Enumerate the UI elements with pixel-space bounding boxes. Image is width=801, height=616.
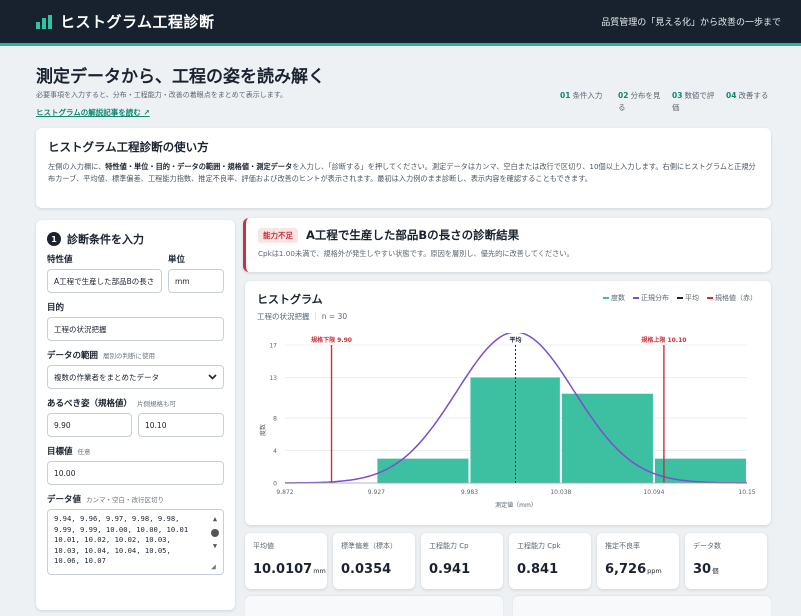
histogram-bar: [654, 458, 746, 483]
spec-upper-input[interactable]: 10.10: [138, 413, 224, 437]
howto-title: ヒストグラム工程診断の使い方: [48, 140, 209, 154]
stat-count: データ数 30個: [685, 533, 767, 589]
stats-row: 平均値 10.0107mm 標準偏差（標本） 0.0354 工程能力 Cp 0.941…: [245, 533, 767, 589]
range-select[interactable]: 複数の作業者をまとめたデータ: [47, 365, 224, 389]
howto-text: 左側の入力欄に、特性値・単位・目的・データの範囲・規格値・測定データを入力し、「…: [48, 162, 756, 183]
unit-label: 単位: [168, 255, 186, 265]
data-values-textarea[interactable]: 9.94, 9.96, 9.97, 9.98, 9.98, 9.99, 9.99…: [47, 509, 224, 575]
section-number-badge: 1: [47, 232, 61, 246]
diagnosis-result-card: 能力不足 A工程で生産した部品Bの長さの診断結果 Cpkは1.00未満で、規格外…: [243, 218, 771, 272]
range-label: データの範囲 層別の判断に使用: [47, 351, 156, 361]
y-tick-label: 17: [269, 343, 277, 350]
legend-normal: 正規分布: [633, 293, 669, 303]
step-3: 03 数値で評価: [672, 91, 715, 112]
target-label: 目標値 任意: [47, 447, 91, 457]
diagnosis-title: A工程で生産した部品Bの長さの診断結果: [306, 228, 520, 242]
stat-mean: 平均値 10.0107mm: [245, 533, 327, 589]
histogram-meta: 工程の状況把握 ｜ n = 30: [257, 312, 348, 321]
spec-lower-input[interactable]: 9.90: [47, 413, 132, 437]
mean-label: 平均: [509, 336, 521, 344]
histogram-chart: 0 4 8 13 17 規格下限 9.90 規格上限 10.10 平均 9.872 9.927 9.…: [259, 333, 756, 509]
x-tick-label: 10.038: [550, 489, 571, 496]
purpose-input[interactable]: 工程の状況把握: [47, 317, 224, 341]
legend-mean: 平均: [677, 293, 699, 303]
input-form-panel: 1 診断条件を入力 特性値 単位 A工程で生産した部品Bの長さ mm 目的 工程…: [36, 220, 235, 610]
legend-spec: 規格値（赤）: [707, 293, 757, 303]
header-tagline: 品質管理の「見える化」から改善の一歩まで: [601, 18, 781, 28]
y-axis-label: 度数: [259, 424, 267, 436]
step-4: 04 改善する: [726, 91, 769, 100]
stat-defect-rate: 推定不良率 6,726ppm: [597, 533, 679, 589]
x-tick-label: 10.094: [643, 489, 664, 496]
data-values-label: データ値 カンマ・空白・改行区切り: [47, 495, 165, 505]
form-section-title: 1 診断条件を入力: [47, 231, 224, 247]
data-values-text: 9.94, 9.96, 9.97, 9.98, 9.98, 9.99, 9.99…: [54, 514, 189, 565]
x-tick-label: 9.927: [368, 489, 385, 496]
diagnosis-message: Cpkは1.00未満で、規格外が発生しやすい状態です。原因を層別し、優先的に改善…: [258, 249, 574, 258]
histogram-card: ヒストグラム 工程の状況把握 ｜ n = 30 度数 正規分布 平均 規格値（赤…: [245, 281, 771, 525]
app-header: ヒストグラム工程診断 品質管理の「見える化」から改善の一歩まで: [0, 0, 801, 46]
histogram-bar: [377, 458, 469, 483]
step-2: 02 分布を見る: [618, 91, 661, 112]
status-badge: 能力不足: [258, 227, 298, 243]
target-input[interactable]: 10.00: [47, 461, 224, 485]
y-tick-label: 0: [273, 481, 277, 488]
bar-chart-logo-icon: [36, 14, 52, 29]
step-indicator: 01 条件入力 02 分布を見る 03 数値で評価 04 改善する: [560, 90, 772, 114]
stat-std-dev: 標準偏差（標本） 0.0354: [333, 533, 415, 589]
hero-section: 測定データから、工程の姿を読み解く 必要事項を入力すると、分布・工程能力・改善の…: [36, 62, 776, 122]
scroll-up-icon[interactable]: ▲: [213, 514, 217, 525]
x-tick-label: 9.983: [461, 489, 478, 496]
guide-article-link[interactable]: ヒストグラムの解説記事を読む ↗: [36, 107, 150, 118]
app-title: ヒストグラム工程診断: [60, 13, 215, 31]
step-1: 01 条件入力: [560, 91, 603, 100]
unit-input[interactable]: mm: [168, 269, 224, 293]
stat-cp: 工程能力 Cp 0.941: [421, 533, 503, 589]
page-title: 測定データから、工程の姿を読み解く: [36, 67, 325, 87]
x-axis-label: 測定値（mm）: [495, 501, 537, 509]
characteristic-input[interactable]: A工程で生産した部品Bの長さ: [47, 269, 162, 293]
legend-frequency: 度数: [603, 293, 625, 303]
characteristic-label: 特性値: [47, 255, 73, 265]
resize-handle-icon[interactable]: ◢: [211, 562, 221, 572]
spec-lower-label: 規格下限 9.90: [311, 336, 352, 344]
x-tick-label: 10.15: [738, 489, 755, 496]
howto-card: ヒストグラム工程診断の使い方 左側の入力欄に、特性値・単位・目的・データの範囲・…: [36, 128, 771, 208]
spec-label: あるべき姿（規格値） 片側規格も可: [47, 399, 177, 409]
scroll-thumb[interactable]: [211, 528, 219, 537]
chevron-down-icon: [208, 374, 217, 380]
y-tick-label: 8: [273, 416, 277, 423]
stat-cpk: 工程能力 Cpk 0.841: [509, 533, 591, 589]
scroll-down-icon[interactable]: ▼: [213, 541, 217, 552]
spec-upper-label: 規格上限 10.10: [641, 336, 686, 344]
y-tick-label: 13: [269, 375, 277, 382]
next-cards-strip: [245, 596, 771, 616]
y-tick-label: 4: [273, 448, 277, 455]
chart-legend: 度数 正規分布 平均 規格値（赤）: [603, 293, 757, 303]
x-tick-label: 9.872: [276, 489, 293, 496]
purpose-label: 目的: [47, 303, 65, 313]
